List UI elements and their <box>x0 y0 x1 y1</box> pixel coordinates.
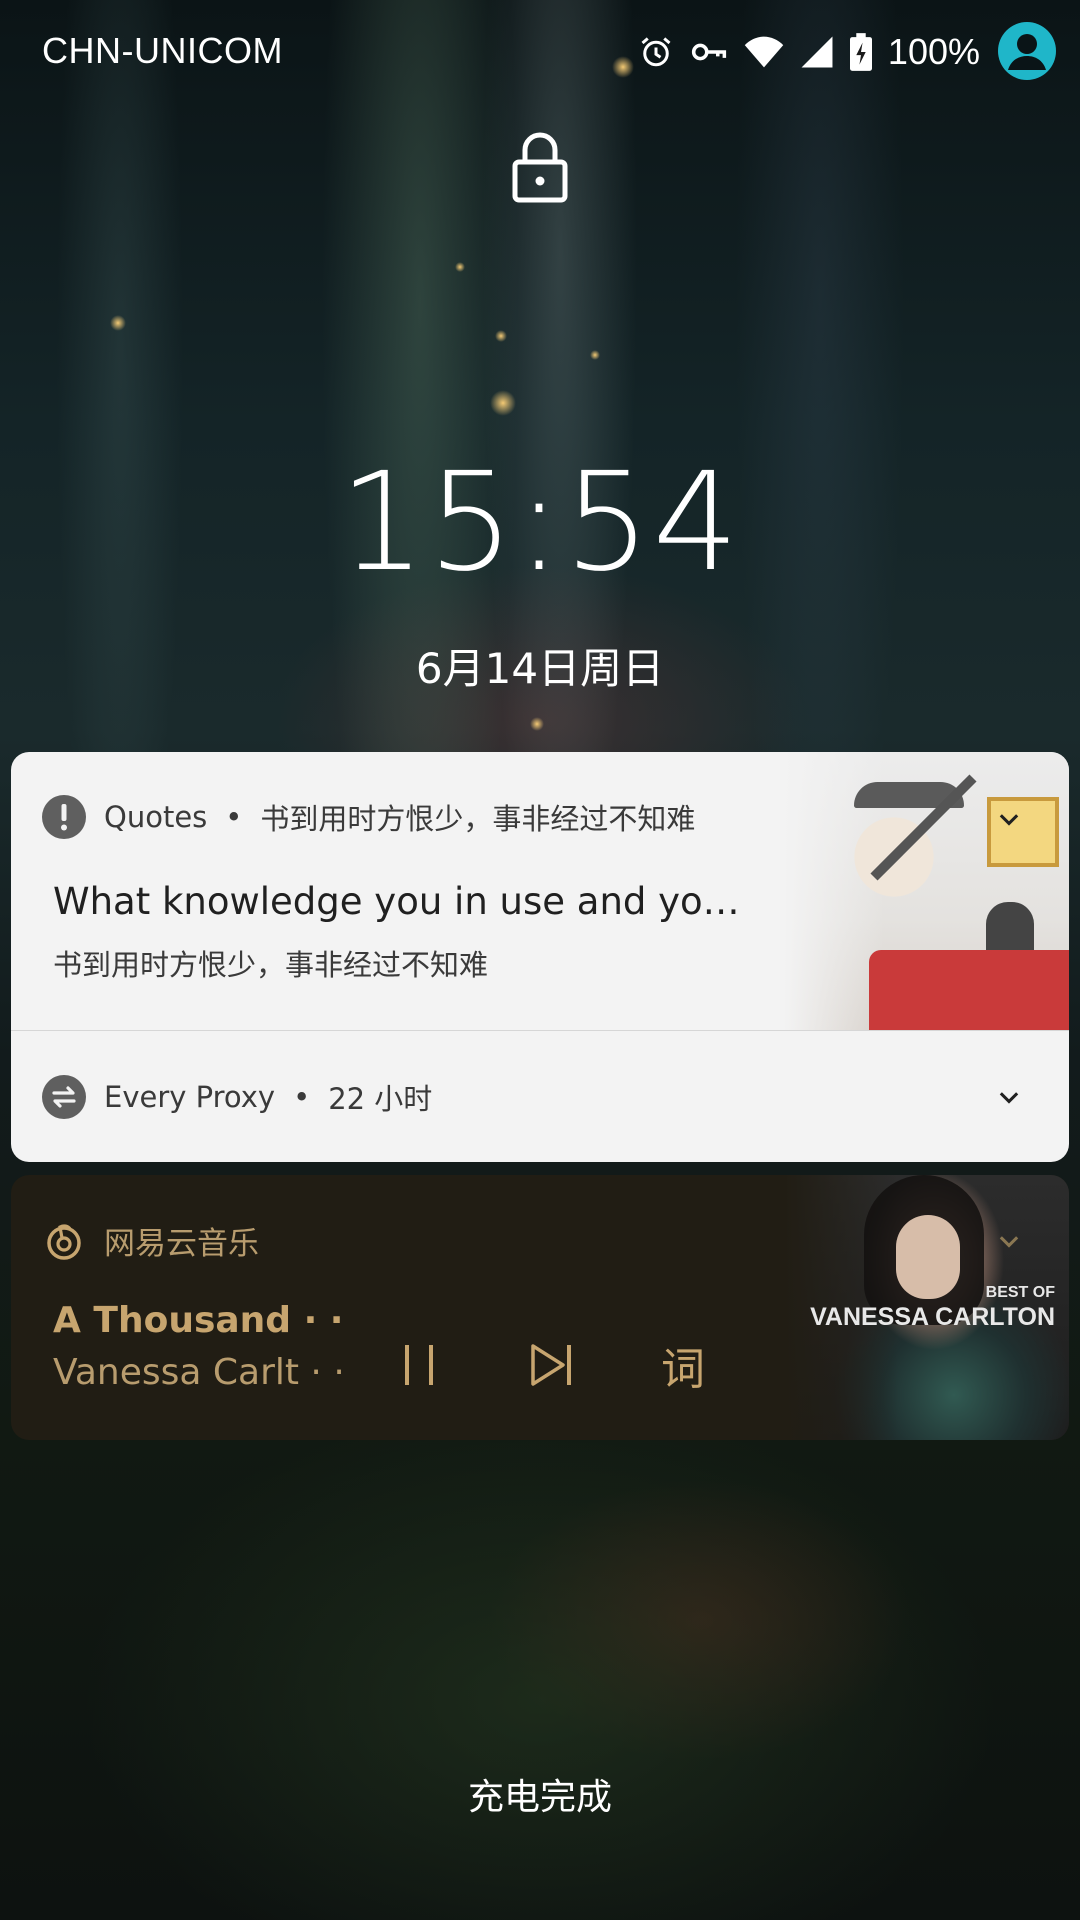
quotes-header-text: 书到用时方恨少，事非经过不知难 <box>260 802 696 836</box>
alert-icon <box>42 795 86 839</box>
notification-divider <box>11 1030 1069 1031</box>
battery-percent: 100% <box>887 31 980 72</box>
firefly-glow <box>455 262 465 272</box>
lock-icon[interactable] <box>510 130 570 208</box>
firefly-glow <box>110 315 126 331</box>
vpn-key-icon <box>690 34 728 70</box>
album-label-bottom: VANESSA CARLTON <box>810 1303 1055 1331</box>
pause-icon <box>405 1345 433 1385</box>
firefly-glow <box>590 350 600 360</box>
album-art-face <box>896 1215 960 1299</box>
wifi-icon <box>744 34 784 70</box>
firefly-glow <box>495 330 507 342</box>
user-icon <box>1008 34 1046 70</box>
album-art: BEST OF VANESSA CARLTON <box>784 1175 1069 1440</box>
firefly-glow <box>490 390 516 416</box>
status-icons: 100% <box>638 30 980 74</box>
lockscreen-clock: 15:54 <box>339 444 741 602</box>
lockscreen-date: 6月14日周日 <box>415 644 665 693</box>
header-separator: • <box>293 1080 311 1114</box>
swap-icon <box>42 1075 86 1119</box>
firefly-glow <box>530 717 544 731</box>
proxy-notification-header[interactable]: Every Proxy • 22 小时 <box>42 1075 432 1119</box>
user-avatar[interactable] <box>998 22 1056 80</box>
next-track-button[interactable] <box>517 1330 587 1400</box>
status-bar: CHN-UNICOM 100% <box>0 0 1080 110</box>
quotes-notification-body: 书到用时方恨少，事非经过不知难 <box>53 948 489 982</box>
quotes-notification-title: What knowledge you in use and yo… <box>53 880 740 923</box>
cellular-signal-icon <box>800 34 834 70</box>
song-title: A Thousand · · <box>53 1300 344 1341</box>
proxy-app-name: Every Proxy <box>104 1080 276 1114</box>
media-app-name: 网易云音乐 <box>104 1226 259 1262</box>
charging-status: 充电完成 <box>467 1777 612 1818</box>
carrier-name: CHN-UNICOM <box>42 30 283 71</box>
alarm-icon <box>638 34 674 70</box>
netease-music-icon <box>42 1219 86 1263</box>
album-label-top: BEST OF <box>985 1284 1055 1301</box>
chevron-down-icon[interactable] <box>995 1228 1023 1256</box>
proxy-notification-time: 22 小时 <box>328 1082 433 1116</box>
artwork-sofa <box>869 950 1069 1030</box>
lyrics-button[interactable]: 词 <box>648 1330 718 1400</box>
chevron-down-icon[interactable] <box>995 806 1023 834</box>
quotes-notification-header[interactable]: Quotes • 书到用时方恨少，事非经过不知难 <box>42 795 695 839</box>
song-artist: Vanessa Carlt · · <box>53 1352 345 1393</box>
battery-charging-icon <box>849 33 872 71</box>
header-separator: • <box>225 800 243 834</box>
media-notification-header[interactable]: 网易云音乐 <box>42 1218 259 1263</box>
skip-next-icon <box>531 1344 571 1386</box>
chevron-down-icon[interactable] <box>995 1084 1023 1112</box>
pause-button[interactable] <box>385 1330 455 1400</box>
notification-artwork <box>784 752 1069 1030</box>
quotes-app-name: Quotes <box>104 800 208 834</box>
